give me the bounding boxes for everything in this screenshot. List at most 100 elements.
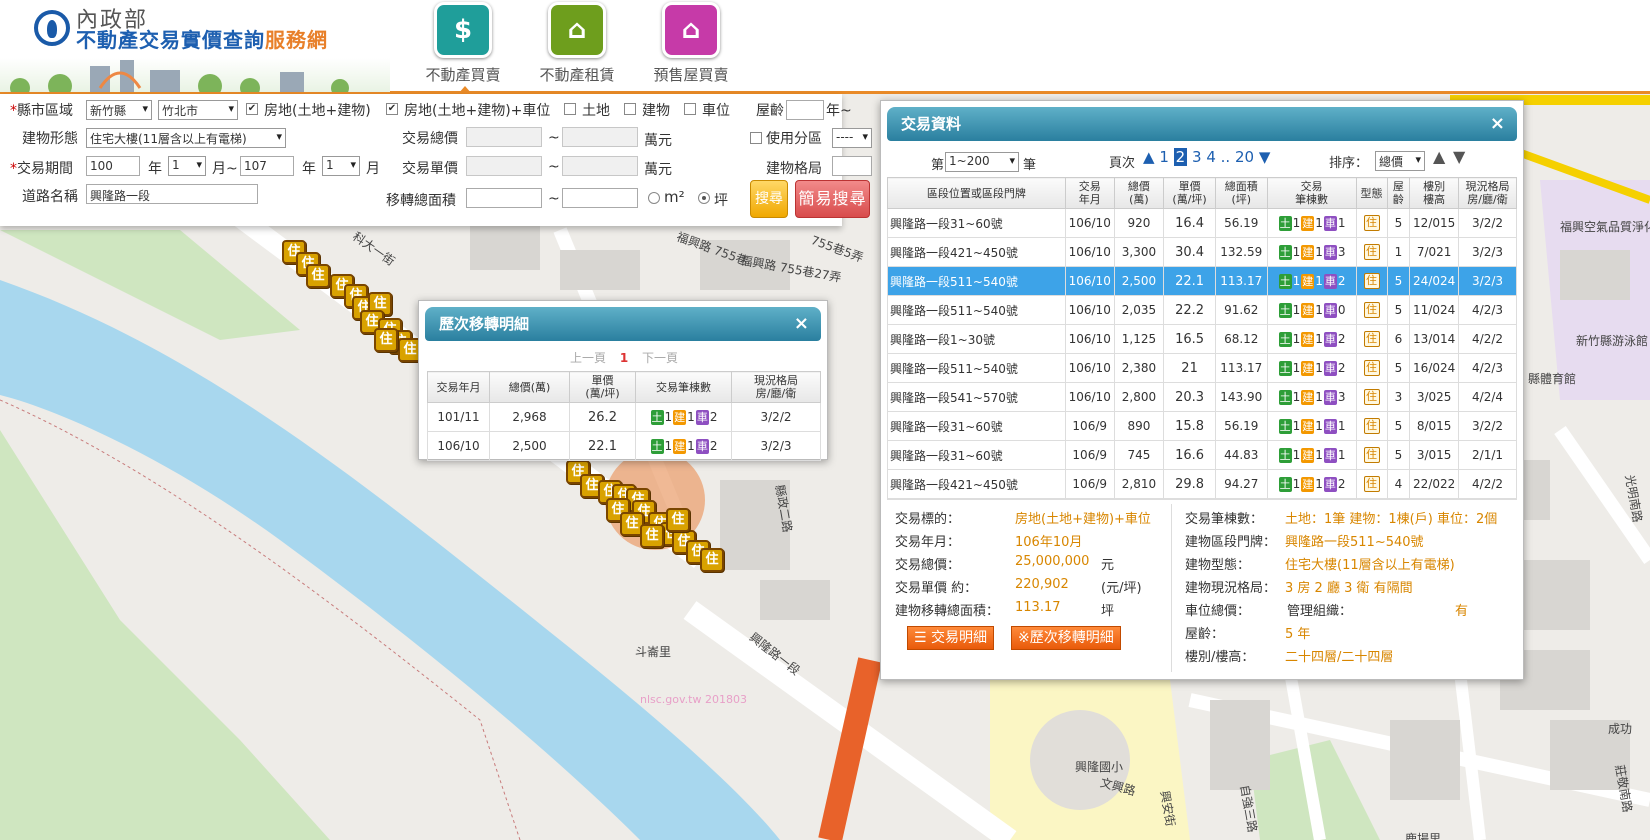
checkbox-land-building[interactable]: ✔ <box>246 103 258 115</box>
table-cell: 920 <box>1113 208 1165 238</box>
house-marker-icon[interactable]: 住 <box>700 548 724 572</box>
detail-mgmt: 有 <box>1455 604 1469 619</box>
next-page-link[interactable]: 下一頁 <box>642 351 678 365</box>
zoning-select[interactable]: ---- <box>832 128 872 148</box>
house-marker-icon[interactable]: 住 <box>666 508 690 532</box>
parking-badge: 車 <box>1323 418 1337 434</box>
unit-price-from-input[interactable] <box>466 156 542 176</box>
period-to-month-select[interactable]: 1 <box>322 156 360 176</box>
layout-input[interactable] <box>832 156 872 176</box>
trade-row[interactable]: 興隆路一段421~450號 106/9 2,810 29.8 94.27 土 1 建 1 車 2 住 4… <box>887 469 1517 499</box>
nav-real-estate-rental[interactable]: ⌂ 不動產租賃 <box>522 2 632 85</box>
prev-page-link[interactable]: 上一頁 <box>570 351 606 365</box>
building-badge: 建 <box>1301 244 1315 260</box>
page-link[interactable]: 3 <box>1192 148 1202 166</box>
page-link-current[interactable]: 2 <box>1173 148 1188 166</box>
trade-row[interactable]: 興隆路一段511~540號 106/10 2,380 21 113.17 土 1 建 1 車 2 住 5… <box>887 353 1517 383</box>
col-header: 交易年月 <box>427 371 490 403</box>
col-header: 交易筆棟數 <box>635 371 732 403</box>
county-select[interactable]: 新竹縣 <box>86 100 152 120</box>
checkbox-zoning[interactable] <box>750 132 762 144</box>
detail-label: 建物型態： <box>1185 558 1251 573</box>
total-price-to-input[interactable] <box>562 127 638 147</box>
township-select[interactable]: 竹北市 <box>158 100 238 120</box>
table-cell: 91.62 <box>1214 295 1268 325</box>
house-marker-icon[interactable]: 住 <box>374 328 398 352</box>
site-title[interactable]: 不動產交易實價查詢服務網 <box>76 24 328 53</box>
detail-label: 車位總價： <box>1185 604 1251 619</box>
trade-row[interactable]: 興隆路一段511~540號 106/10 2,500 22.1 113.17 土 1 建 1 車 2… <box>887 266 1517 296</box>
close-icon[interactable]: × <box>794 307 809 341</box>
trade-row[interactable]: 興隆路一段31~60號 106/10 920 16.4 56.19 土 1 建 1 車 1 住 5 12/… <box>887 208 1517 238</box>
address-cell: 興隆路一段511~540號 <box>887 353 1066 383</box>
page-link[interactable]: 1 <box>1159 148 1169 166</box>
page-link[interactable]: 4 <box>1206 148 1216 166</box>
col-header[interactable]: 屋 齡 <box>1386 177 1411 209</box>
nav-presale-sale[interactable]: ⌂ 預售屋買賣 <box>636 2 746 85</box>
search-button[interactable]: 搜尋 <box>750 180 788 218</box>
period-from-month-select[interactable]: 1 <box>168 156 206 176</box>
building-type-select[interactable]: 住宅大樓(11層含以上有電梯) <box>86 128 286 148</box>
table-cell: 3,300 <box>1113 237 1165 267</box>
record-range-select[interactable]: 1~200 <box>945 152 1019 172</box>
area-from-input[interactable] <box>466 188 542 208</box>
trade-row[interactable]: 興隆路一段421~450號 106/10 3,300 30.4 132.59 土 1 建 1 車 3… <box>887 237 1517 267</box>
checkbox-land-building-parking[interactable]: ✔ <box>386 103 398 115</box>
total-price-from-input[interactable] <box>466 127 542 147</box>
col-header[interactable]: 交易 筆棟數 <box>1266 177 1357 209</box>
trade-row[interactable]: 興隆路一段31~60號 106/9 890 15.8 56.19 土 1 建 1 車 1 住 5 8/01… <box>887 411 1517 441</box>
period-from-year-input[interactable]: 100 <box>86 156 140 176</box>
year-text: 年 <box>148 161 162 177</box>
unit-price-to-input[interactable] <box>562 156 638 176</box>
col-header[interactable]: 現況格局 房/廳/衛 <box>1458 177 1517 209</box>
area-to-input[interactable] <box>562 188 638 208</box>
next-arrow-icon[interactable]: ▼ <box>1259 148 1271 166</box>
trade-row[interactable]: 興隆路一段1~30號 106/10 1,125 16.5 68.12 土 1 建 1 車 2 住 6 13… <box>887 324 1517 354</box>
parking-badge: 車 <box>1323 273 1337 289</box>
col-header[interactable]: 總價 (萬) <box>1113 177 1165 209</box>
table-row[interactable]: 106/10 2,500 22.1 土 1 建 1 車 2 3/2/3 <box>427 431 821 461</box>
col-header[interactable]: 總面積 (坪) <box>1214 177 1268 209</box>
year-text: 年 <box>302 161 316 177</box>
parking-badge: 車 <box>1323 215 1337 231</box>
table-cell: 15.8 <box>1163 411 1216 441</box>
detail-address: 興隆路一段511~540號 <box>1285 535 1424 550</box>
checkbox-land[interactable] <box>564 103 576 115</box>
table-row[interactable]: 101/11 2,968 26.2 土 1 建 1 車 2 3/2/2 <box>427 402 821 432</box>
col-header[interactable]: 區段位置或區段門牌 <box>887 177 1066 209</box>
col-header[interactable]: 交易 年月 <box>1064 177 1115 209</box>
building-badge: 建 <box>1301 215 1315 231</box>
close-icon[interactable]: × <box>1490 107 1505 141</box>
prev-arrow-icon[interactable]: ▲ <box>1143 148 1155 166</box>
page-link[interactable]: .. 20 <box>1221 148 1254 166</box>
road-name-input[interactable]: 興隆路一段 <box>86 184 258 204</box>
table-cell: 5 <box>1386 440 1411 470</box>
area-label: 移轉總面積 <box>386 193 456 209</box>
trade-row[interactable]: 興隆路一段31~60號 106/9 745 16.6 44.83 土 1 建 1 車 1 住 5 3/01… <box>887 440 1517 470</box>
radio-unit-m2[interactable] <box>648 192 660 204</box>
checkbox-building[interactable] <box>624 103 636 115</box>
map-label: 新竹縣游泳館 <box>1576 334 1649 348</box>
trade-row[interactable]: 興隆路一段511~540號 106/10 2,035 22.2 91.62 土 1 建 1 車 0 住… <box>887 295 1517 325</box>
radio-unit-ping[interactable] <box>698 192 710 204</box>
sort-desc-icon[interactable]: ▼ <box>1453 147 1465 166</box>
checkbox-parking[interactable] <box>684 103 696 115</box>
count-cell: 土1建1車0 <box>1266 295 1357 325</box>
house-marker-icon[interactable]: 住 <box>306 264 330 288</box>
history-detail-button[interactable]: ※歷次移轉明細 <box>1011 626 1121 650</box>
trade-row[interactable]: 興隆路一段541~570號 106/10 2,800 20.3 143.90 土 1 建 1 車 3… <box>887 382 1517 412</box>
period-to-year-input[interactable]: 107 <box>240 156 294 176</box>
col-header[interactable]: 單價 (萬/坪) <box>1163 177 1216 209</box>
nav-real-estate-sale[interactable]: $ 不動產買賣 <box>408 2 518 94</box>
col-header[interactable]: 型態 <box>1355 177 1388 209</box>
col-header: 總價(萬) <box>489 371 570 403</box>
land-badge: 土 <box>1278 418 1292 434</box>
easy-search-button[interactable]: 簡易搜尋 <box>795 180 870 218</box>
house-marker-icon[interactable]: 住 <box>640 524 664 548</box>
col-header[interactable]: 樓別 樓高 <box>1409 177 1460 209</box>
age-from-input[interactable] <box>786 100 824 120</box>
sort-asc-icon[interactable]: ▲ <box>1433 147 1445 166</box>
table-cell: 24/024 <box>1409 266 1460 296</box>
sort-select[interactable]: 總價 <box>1375 151 1425 171</box>
trade-detail-button[interactable]: ☰ 交易明細 <box>907 626 995 650</box>
